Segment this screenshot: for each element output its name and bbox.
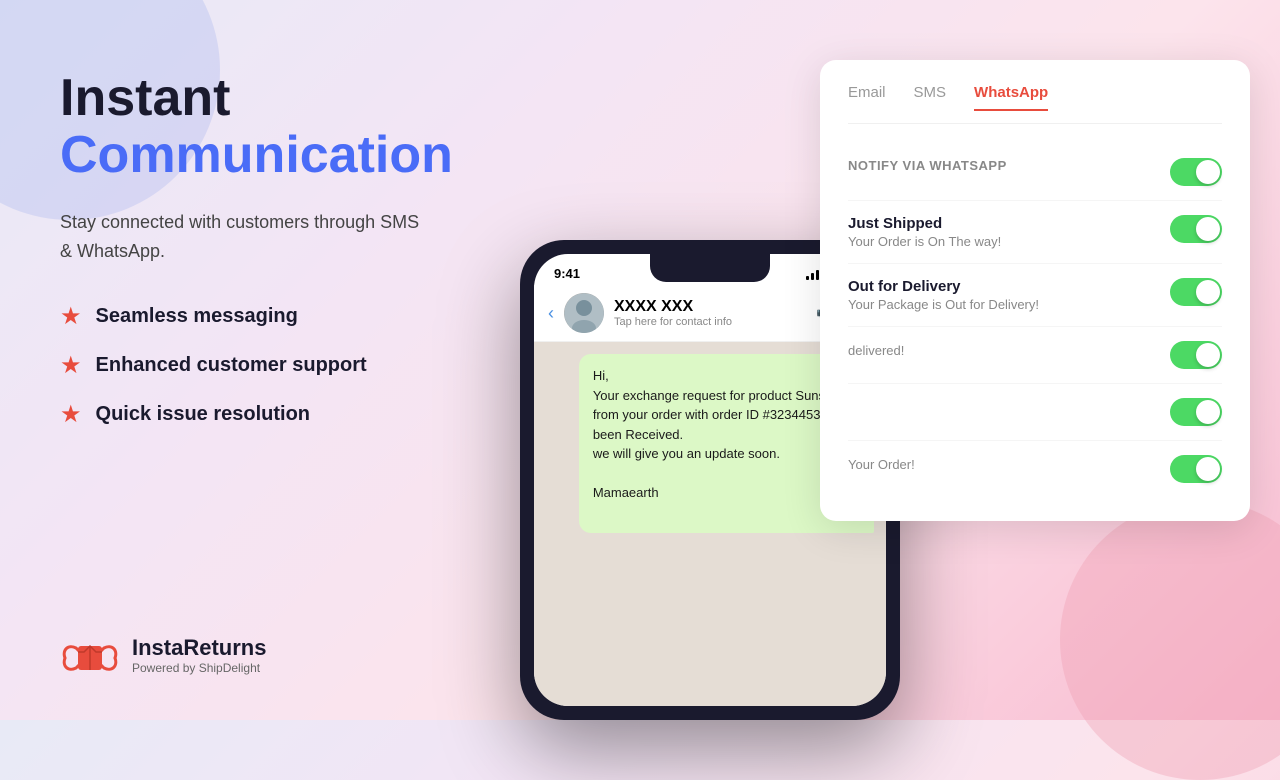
feature-text-1: Seamless messaging [96,305,298,328]
row6-text: Your Order! [848,455,915,472]
panel-tabs: Email SMS WhatsApp [848,84,1222,124]
phone-notch [650,254,770,282]
toggle-row6[interactable] [1170,455,1222,483]
signal-bar-1 [806,276,809,280]
feature-item-seamless: ★ Seamless messaging [60,302,540,331]
setting-row-4: delivered! [848,327,1222,384]
back-icon[interactable]: ‹ [548,303,554,324]
star-icon-1: ★ [60,302,82,331]
brand-tagline: Powered by ShipDelight [132,661,266,675]
contact-sub: Tap here for contact info [614,316,806,328]
just-shipped-desc: Your Order is On The way! [848,234,1001,249]
out-for-delivery-title: Out for Delivery [848,278,1039,295]
subtitle-text: Stay connected with customers through SM… [60,208,540,266]
brand-name: InstaReturns [132,635,266,661]
just-shipped-title: Just Shipped [848,215,1001,232]
feature-text-3: Quick issue resolution [96,403,311,426]
just-shipped-text: Just Shipped Your Order is On The way! [848,215,1001,249]
notify-label: NOTIFY VIA WHATSAPP [848,158,1007,173]
toggle-row5[interactable] [1170,398,1222,426]
decorative-blob-br [1060,500,1280,780]
setting-row-notify: NOTIFY VIA WHATSAPP [848,144,1222,201]
avatar-svg [564,293,604,333]
out-for-delivery-text: Out for Delivery Your Package is Out for… [848,278,1039,312]
toggle-row4[interactable] [1170,341,1222,369]
signal-bar-2 [811,273,814,280]
feature-item-resolution: ★ Quick issue resolution [60,400,540,429]
brand-text: InstaReturns Powered by ShipDelight [132,635,266,675]
star-icon-2: ★ [60,351,82,380]
feature-text-2: Enhanced customer support [96,354,367,377]
headline-line1: Instant [60,70,540,127]
tab-email[interactable]: Email [848,84,886,111]
left-content-area: Instant Communication Stay connected wit… [60,70,540,429]
status-time: 9:41 [554,266,580,281]
signal-bar-3 [816,270,819,280]
setting-row-just-shipped: Just Shipped Your Order is On The way! [848,201,1222,264]
star-icon-3: ★ [60,400,82,429]
out-for-delivery-desc: Your Package is Out for Delivery! [848,297,1039,312]
setting-row-6: Your Order! [848,441,1222,497]
row4-text: delivered! [848,341,904,358]
setting-row-out-for-delivery: Out for Delivery Your Package is Out for… [848,264,1222,327]
toggle-notify[interactable] [1170,158,1222,186]
tab-sms[interactable]: SMS [914,84,947,111]
brand-icon-svg [60,630,120,680]
headline-line2: Communication [60,127,540,184]
chat-contact-info: XXXX XXX Tap here for contact info [614,298,806,328]
tab-whatsapp[interactable]: WhatsApp [974,84,1048,111]
contact-name: XXXX XXX [614,298,806,316]
settings-panel: Email SMS WhatsApp NOTIFY VIA WHATSAPP J… [820,60,1250,521]
feature-item-support: ★ Enhanced customer support [60,351,540,380]
toggle-out-for-delivery[interactable] [1170,278,1222,306]
row4-desc: delivered! [848,343,904,358]
setting-row-5 [848,384,1222,441]
row6-desc: Your Order! [848,457,915,472]
feature-list: ★ Seamless messaging ★ Enhanced customer… [60,302,540,429]
toggle-just-shipped[interactable] [1170,215,1222,243]
brand-logo-area: InstaReturns Powered by ShipDelight [60,630,266,680]
contact-avatar [564,293,604,333]
